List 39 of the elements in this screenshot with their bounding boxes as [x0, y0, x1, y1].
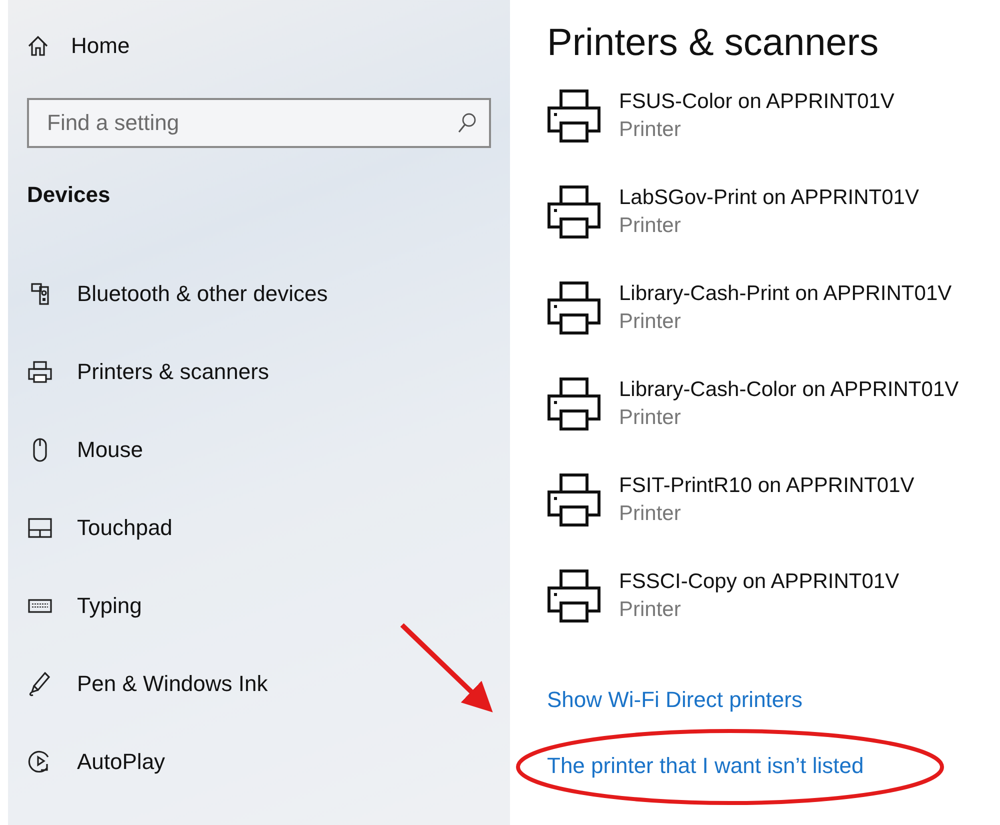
touchpad-icon	[28, 518, 52, 538]
printer-name[interactable]: FSIT-PrintR10 on APPRINT01V	[619, 474, 914, 498]
printer-type: Printer	[619, 214, 682, 238]
nav-item[interactable]: AutoPlay	[77, 748, 166, 774]
printer-type: Printer	[619, 118, 682, 142]
printer-icon	[547, 185, 601, 239]
section-heading: Devices	[27, 182, 112, 208]
nav-item[interactable]: Printers & scanners	[77, 358, 269, 384]
printer-type: Printer	[619, 406, 682, 430]
printer-name[interactable]: Library-Cash-Color on APPRINT01V	[619, 378, 959, 402]
home-icon	[27, 35, 49, 57]
printer-name[interactable]: FSUS-Color on APPRINT01V	[619, 90, 894, 114]
printer-type: Printer	[619, 598, 682, 622]
page-title: Printers & scanners	[547, 22, 880, 65]
home-link[interactable]: Home	[71, 33, 130, 59]
printer-name[interactable]: Library-Cash-Print on APPRINT01V	[619, 282, 952, 306]
printer-icon	[547, 377, 601, 431]
printer-name[interactable]: FSSCI-Copy on APPRINT01V	[619, 570, 900, 594]
printer-icon	[547, 473, 601, 527]
pen-icon	[28, 670, 52, 696]
printer-icon	[28, 360, 52, 384]
nav-item[interactable]: Typing	[77, 592, 142, 618]
search-field[interactable]: Find a setting	[27, 98, 491, 148]
mouse-icon	[32, 438, 48, 462]
link[interactable]: The printer that I want isn’t listed	[547, 753, 864, 779]
printer-icon	[547, 281, 601, 335]
search-icon	[457, 112, 477, 134]
nav-item[interactable]: Mouse	[77, 436, 144, 462]
printer-icon	[547, 569, 601, 623]
keyboard-icon	[28, 598, 52, 612]
nav-item[interactable]: Touchpad	[77, 514, 172, 540]
link[interactable]: Show Wi-Fi Direct printers	[547, 687, 802, 713]
printer-name[interactable]: LabSGov-Print on APPRINT01V	[619, 186, 919, 210]
printer-type: Printer	[619, 310, 682, 334]
printer-type: Printer	[619, 502, 682, 526]
printer-icon	[547, 89, 601, 143]
nav-item[interactable]: Bluetooth & other devices	[77, 280, 328, 306]
keyboard-speaker-icon	[31, 282, 49, 304]
nav-item[interactable]: Pen & Windows Ink	[77, 670, 268, 696]
